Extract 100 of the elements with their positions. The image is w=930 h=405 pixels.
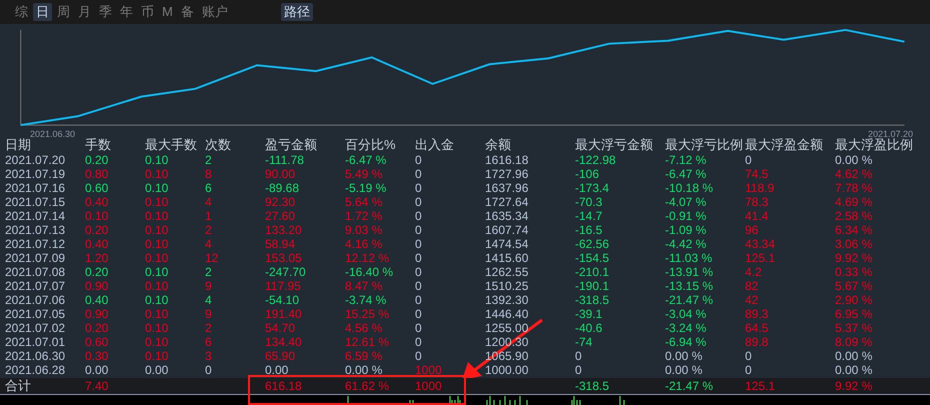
period-tab[interactable]: 季 xyxy=(96,3,115,21)
table-cell: -39.1 xyxy=(575,307,602,321)
table-cell: 0.30 xyxy=(85,349,108,363)
table-cell: 2.90 % xyxy=(835,293,872,307)
table-cell: 0.00 xyxy=(265,363,288,377)
table-cell: 0.10 xyxy=(145,167,168,181)
table-cell: 12 xyxy=(205,251,218,265)
axis-date-label: 2021.07.20 xyxy=(868,129,913,139)
table-cell: 4.69 % xyxy=(835,195,872,209)
table-cell: 2021.07.08 xyxy=(5,265,66,279)
table-cell: -10.18 % xyxy=(665,181,714,195)
period-tab[interactable]: 综 xyxy=(12,3,31,21)
table-cell: 0.00 % xyxy=(345,363,382,377)
table-cell: 65.90 xyxy=(265,349,296,363)
table-cell: -16.5 xyxy=(575,223,602,237)
table-cell: 89.3 xyxy=(745,307,768,321)
table-cell: 0 xyxy=(415,237,422,251)
table-cell: -70.3 xyxy=(575,195,602,209)
table-cell: 2021.07.13 xyxy=(5,223,66,237)
table-cell: 82 xyxy=(745,279,758,293)
table-cell: 0.10 xyxy=(145,279,168,293)
period-tab[interactable]: 账户 xyxy=(198,3,231,21)
table-cell: 0.10 xyxy=(145,237,168,251)
total-cell: 1000 xyxy=(415,378,442,394)
table-cell: 4 xyxy=(205,237,212,251)
table-cell: 2021.07.09 xyxy=(5,251,66,265)
table-cell: -122.98 xyxy=(575,153,616,167)
table-cell: 1262.55 xyxy=(485,265,528,279)
table-cell: 1510.25 xyxy=(485,279,528,293)
table-cell: 2021.07.19 xyxy=(5,167,66,181)
period-tab[interactable]: 周 xyxy=(54,3,73,21)
table-cell: 1.20 xyxy=(85,251,108,265)
period-tab[interactable]: 备 xyxy=(178,3,197,21)
table-cell: -111.78 xyxy=(265,153,304,167)
path-toggle-button[interactable]: 路径 xyxy=(280,3,313,21)
table-cell: 1415.60 xyxy=(485,251,528,265)
table-cell: 1392.30 xyxy=(485,293,528,307)
period-tab[interactable]: 日 xyxy=(33,3,52,21)
table-cell: 5.37 % xyxy=(835,321,872,335)
period-tab[interactable]: M xyxy=(159,3,176,21)
table-cell: 2021.06.28 xyxy=(5,363,66,377)
table-cell: 6.59 % xyxy=(345,349,382,363)
table-cell: -3.74 % xyxy=(345,293,386,307)
column-header: 余额 xyxy=(485,137,511,153)
table-cell: 125.1 xyxy=(745,251,776,265)
period-tab[interactable]: 年 xyxy=(117,3,136,21)
table-cell: 1635.34 xyxy=(485,209,528,223)
table-cell: 9.92 % xyxy=(835,251,872,265)
table-cell: 41.4 xyxy=(745,209,768,223)
table-cell: 0.20 xyxy=(85,321,108,335)
table-cell: -106 xyxy=(575,167,600,181)
table-cell: 2 xyxy=(205,265,212,279)
table-cell: 0 xyxy=(415,335,422,349)
table-cell: 0 xyxy=(745,363,752,377)
table-cell: 4.2 xyxy=(745,265,762,279)
column-header: 最大浮盈金额 xyxy=(745,137,823,153)
table-cell: 117.95 xyxy=(265,279,301,293)
table-cell: 0.10 xyxy=(145,209,168,223)
column-header: 最大浮亏比例 xyxy=(665,137,743,153)
table-cell: -210.1 xyxy=(575,265,610,279)
table-cell: 0.60 xyxy=(85,335,108,349)
table-cell: 7.78 % xyxy=(835,181,872,195)
table-cell: 6.95 % xyxy=(835,307,872,321)
table-cell: 6 xyxy=(205,335,212,349)
period-tab[interactable]: 月 xyxy=(75,3,94,21)
table-cell: -1.09 % xyxy=(665,223,706,237)
table-cell: 0 xyxy=(415,153,422,167)
table-cell: 96 xyxy=(745,223,758,237)
table-cell: 0.00 % xyxy=(835,153,872,167)
table-cell: 0.00 % xyxy=(835,349,872,363)
table-cell: 9 xyxy=(205,307,212,321)
table-cell: 4.16 % xyxy=(345,237,382,251)
table-cell: 0 xyxy=(575,349,582,363)
table-cell: 27.60 xyxy=(265,209,296,223)
period-tab[interactable]: 币 xyxy=(138,3,157,21)
table-cell: 0 xyxy=(415,307,422,321)
column-header: 最大浮亏金额 xyxy=(575,137,653,153)
column-header: 盈亏金额 xyxy=(265,137,317,153)
table-cell: 8 xyxy=(205,167,212,181)
table-cell: 0.10 xyxy=(145,223,168,237)
table-cell: 0.00 % xyxy=(835,363,872,377)
table-cell: 2021.07.15 xyxy=(5,195,66,209)
table-cell: 0 xyxy=(415,195,422,209)
table-cell: 0.10 xyxy=(145,265,168,279)
table-cell: 134.40 xyxy=(265,335,302,349)
table-cell: 0.10 xyxy=(145,195,168,209)
table-cell: 2.58 % xyxy=(835,209,872,223)
table-cell: 0 xyxy=(415,251,422,265)
table-cell: -40.6 xyxy=(575,321,602,335)
table-cell: 2 xyxy=(205,321,212,335)
table-cell: 12.61 % xyxy=(345,335,390,349)
table-cell: 2021.07.06 xyxy=(5,293,66,307)
table-cell: 0 xyxy=(205,363,212,377)
axis-date-label: 2021.06.30 xyxy=(30,129,76,139)
table-cell: 0.40 xyxy=(85,237,108,251)
table-cell: -4.42 % xyxy=(665,237,706,251)
total-cell: -21.47 % xyxy=(665,378,714,394)
table-cell: 0.00 xyxy=(145,363,168,377)
table-cell: -318.5 xyxy=(575,293,610,307)
table-cell: 2021.07.12 xyxy=(5,237,66,251)
